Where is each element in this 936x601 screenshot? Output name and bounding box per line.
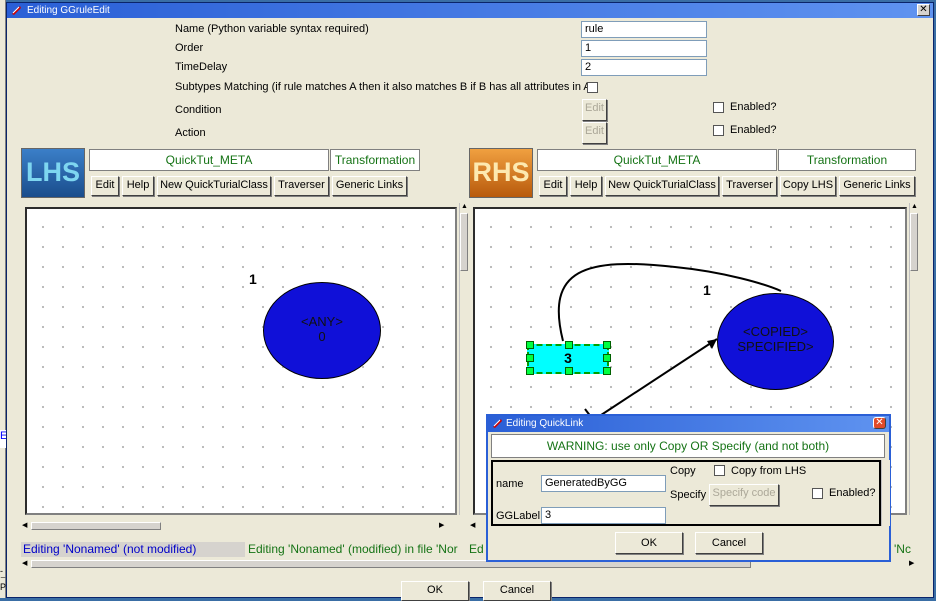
lhs-hscroll-thumb[interactable] — [31, 522, 161, 530]
condition-enabled-label: Enabled? — [730, 101, 777, 113]
ok-button[interactable]: OK — [401, 581, 469, 601]
dialog-enabled-label: Enabled? — [829, 487, 876, 499]
dialog-close-icon[interactable]: ✕ — [873, 417, 886, 429]
scroll-right-icon[interactable]: ▶ — [439, 522, 444, 530]
lhs-node-text: <ANY> — [301, 314, 343, 329]
action-enabled-checkbox[interactable] — [713, 125, 724, 136]
lhs-edit-button[interactable]: Edit — [91, 176, 119, 196]
dialog-name-label: name — [496, 478, 524, 490]
selection-handle[interactable] — [526, 367, 534, 375]
selection-handle[interactable] — [603, 341, 611, 349]
subtypes-label: Subtypes Matching (if rule matches A the… — [175, 81, 595, 93]
dialog-warning: WARNING: use only Copy OR Specify (and n… — [491, 434, 885, 458]
rhs-traverser-button[interactable]: Traverser — [722, 176, 777, 196]
rhs-node-text: <COPIED> — [742, 324, 809, 339]
copy-from-lhs-label: Copy from LHS — [731, 465, 807, 477]
rhs-logo: RHS — [469, 148, 533, 198]
tk-feather-icon — [12, 6, 21, 15]
condition-edit-button[interactable]: Edit — [582, 99, 607, 121]
scroll-left-icon[interactable]: ◀ — [470, 522, 475, 530]
lhs-status-bar: Editing 'Nonamed' (not modified) — [21, 542, 245, 557]
quicklink-dialog: Editing QuickLink ✕ WARNING: use only Co… — [486, 414, 891, 562]
window-titlebar[interactable]: Editing GGruleEdit ✕ — [7, 3, 933, 18]
lhs-generic-links-button[interactable]: Generic Links — [332, 176, 407, 196]
scroll-left-icon[interactable]: ◀ — [22, 560, 27, 568]
order-field[interactable]: 1 — [581, 40, 707, 57]
name-field[interactable]: rule — [581, 21, 707, 38]
lhs-any-node[interactable]: <ANY> 0 — [263, 282, 381, 379]
dialog-name-field[interactable]: GeneratedByGG — [541, 475, 666, 492]
dialog-enabled-checkbox[interactable] — [812, 488, 823, 499]
timedelay-label: TimeDelay — [175, 61, 228, 73]
selection-handle[interactable] — [526, 354, 534, 362]
selection-handle[interactable] — [565, 341, 573, 349]
rhs-node-text-2: SPECIFIED> — [737, 339, 814, 354]
dialog-specify-label: Specify — [670, 489, 707, 501]
rhs-vscroll-thumb[interactable] — [910, 213, 918, 271]
rhs-link-number: 3 — [564, 350, 572, 366]
scroll-right-icon[interactable]: ▶ — [909, 560, 914, 568]
rhs-generic-links-button[interactable]: Generic Links — [839, 176, 915, 196]
dialog-ok-button[interactable]: OK — [615, 532, 683, 554]
rhs-help-button[interactable]: Help — [570, 176, 602, 196]
rhs-quicklink-node[interactable]: 3 — [526, 341, 611, 375]
name-label: Name (Python variable syntax required) — [175, 23, 369, 35]
tk-feather-icon — [493, 419, 502, 428]
action-enabled-label: Enabled? — [730, 124, 777, 136]
lhs-meta-name: QuickTut_META — [89, 149, 329, 171]
timedelay-field[interactable]: 2 — [581, 59, 707, 76]
rhs-meta-name: QuickTut_META — [537, 149, 777, 171]
lhs-canvas[interactable]: 1 <ANY> 0 — [25, 207, 457, 515]
lhs-vscroll-thumb[interactable] — [460, 213, 468, 271]
scroll-left-icon[interactable]: ◀ — [22, 522, 27, 530]
subtypes-checkbox[interactable] — [587, 82, 598, 93]
copy-from-lhs-checkbox[interactable] — [714, 465, 725, 476]
dialog-cancel-button[interactable]: Cancel — [695, 532, 763, 554]
selection-handle[interactable] — [565, 367, 573, 375]
lhs-horizontal-scrollbar[interactable]: ◀ ▶ — [21, 522, 449, 531]
selection-handle[interactable] — [603, 354, 611, 362]
lhs-help-button[interactable]: Help — [122, 176, 154, 196]
condition-label: Condition — [175, 104, 222, 116]
dialog-gglabel-field[interactable]: 3 — [541, 507, 666, 524]
rhs-status-bar: Editing 'Nonamed' (modified) in file 'No… — [247, 542, 469, 557]
action-edit-button[interactable]: Edit — [582, 122, 607, 144]
scroll-up-icon[interactable]: ▲ — [911, 203, 918, 211]
close-icon[interactable]: ✕ — [917, 4, 930, 16]
lhs-transformation: Transformation — [330, 149, 420, 171]
specify-code-button[interactable]: Specify code — [709, 484, 779, 506]
rhs-transformation: Transformation — [778, 149, 916, 171]
lhs-traverser-button[interactable]: Traverser — [274, 176, 329, 196]
rhs-edit-button[interactable]: Edit — [539, 176, 567, 196]
selection-handle[interactable] — [526, 341, 534, 349]
dialog-gglabel-label: GGLabel — [496, 510, 541, 522]
dialog-vertical-scrollbar[interactable] — [881, 460, 890, 526]
dialog-copy-label: Copy — [670, 465, 696, 477]
cancel-button[interactable]: Cancel — [483, 581, 551, 601]
rhs-copied-node[interactable]: <COPIED> SPECIFIED> — [717, 293, 834, 390]
order-label: Order — [175, 42, 204, 54]
rhs-vertical-scrollbar[interactable]: ▲ — [909, 203, 918, 515]
lhs-node-number: 1 — [249, 271, 257, 287]
lhs-node-index: 0 — [318, 329, 326, 344]
rhs-status-right-fragment: 'Nc — [894, 542, 911, 556]
lhs-vertical-scrollbar[interactable]: ▲ — [459, 203, 468, 515]
rhs-node-number: 1 — [703, 282, 711, 298]
lhs-logo: LHS — [21, 148, 85, 198]
condition-enabled-checkbox[interactable] — [713, 102, 724, 113]
scroll-up-icon[interactable]: ▲ — [461, 203, 468, 211]
action-label: Action — [175, 127, 206, 139]
window-title: Editing GGruleEdit — [27, 5, 110, 16]
rhs-new-class-button[interactable]: New QuickTurialClass — [605, 176, 719, 196]
dialog-title: Editing QuickLink — [506, 418, 584, 429]
selection-handle[interactable] — [603, 367, 611, 375]
lhs-new-class-button[interactable]: New QuickTurialClass — [157, 176, 271, 196]
dialog-titlebar[interactable]: Editing QuickLink ✕ — [488, 416, 889, 432]
rhs-copy-lhs-button[interactable]: Copy LHS — [780, 176, 836, 196]
